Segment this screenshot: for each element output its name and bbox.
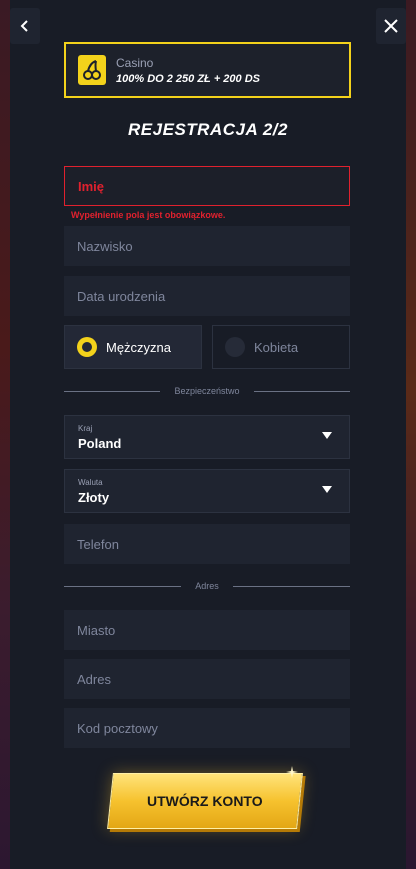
currency-select[interactable]: Waluta Złoty <box>64 469 350 513</box>
country-label: Kraj <box>78 424 93 433</box>
chevron-down-icon <box>322 486 332 493</box>
create-account-label: UTWÓRZ KONTO <box>147 793 263 809</box>
bonus-offer: 100% DO 2 250 ZŁ + 200 DS <box>116 72 260 85</box>
address-field[interactable]: Adres <box>64 659 350 699</box>
city-placeholder: Miasto <box>77 622 116 638</box>
background-left <box>0 0 10 869</box>
bonus-label: Casino <box>116 55 154 70</box>
section-address-label: Adres <box>195 581 219 591</box>
first-name-field[interactable]: Imię <box>64 166 350 206</box>
gender-female-option[interactable]: Kobieta <box>212 325 350 369</box>
city-field[interactable]: Miasto <box>64 610 350 650</box>
close-button[interactable] <box>376 8 406 44</box>
gender-male-label: Mężczyzna <box>106 339 172 355</box>
page-title: REJESTRACJA 2/2 <box>128 120 288 139</box>
phone-placeholder: Telefon <box>77 536 119 552</box>
postal-code-placeholder: Kod pocztowy <box>77 720 158 736</box>
registration-modal: Casino 100% DO 2 250 ZŁ + 200 DS REJESTR… <box>10 0 406 869</box>
sparkle-icon <box>286 766 298 778</box>
first-name-error: Wypełnienie pola jest obowiązkowe. <box>71 210 226 220</box>
currency-label: Waluta <box>78 478 103 487</box>
radio-unselected-icon <box>225 337 245 357</box>
bonus-banner[interactable]: Casino 100% DO 2 250 ZŁ + 200 DS <box>64 42 351 98</box>
birth-date-field[interactable]: Data urodzenia <box>64 276 350 316</box>
section-divider-address: Adres <box>64 580 351 592</box>
currency-value: Złoty <box>78 490 110 505</box>
country-value: Poland <box>78 436 122 451</box>
country-select[interactable]: Kraj Poland <box>64 415 350 459</box>
radio-selected-icon <box>77 337 97 357</box>
chevron-left-icon <box>20 20 28 32</box>
chevron-down-icon <box>322 432 332 439</box>
close-icon <box>384 19 398 33</box>
gender-female-label: Kobieta <box>254 339 299 355</box>
last-name-field[interactable]: Nazwisko <box>64 226 350 266</box>
last-name-placeholder: Nazwisko <box>77 238 133 254</box>
cherries-icon <box>78 55 106 85</box>
phone-field[interactable]: Telefon <box>64 524 350 564</box>
first-name-placeholder: Imię <box>78 178 105 194</box>
gender-male-option[interactable]: Mężczyzna <box>64 325 202 369</box>
section-divider-security: Bezpieczeństwo <box>64 385 351 397</box>
back-button[interactable] <box>10 8 40 44</box>
birth-date-placeholder: Data urodzenia <box>77 288 166 304</box>
address-placeholder: Adres <box>77 671 111 687</box>
postal-code-field[interactable]: Kod pocztowy <box>64 708 350 748</box>
section-security-label: Bezpieczeństwo <box>174 386 240 396</box>
background-right <box>406 0 416 869</box>
create-account-button[interactable]: UTWÓRZ KONTO <box>107 773 303 829</box>
